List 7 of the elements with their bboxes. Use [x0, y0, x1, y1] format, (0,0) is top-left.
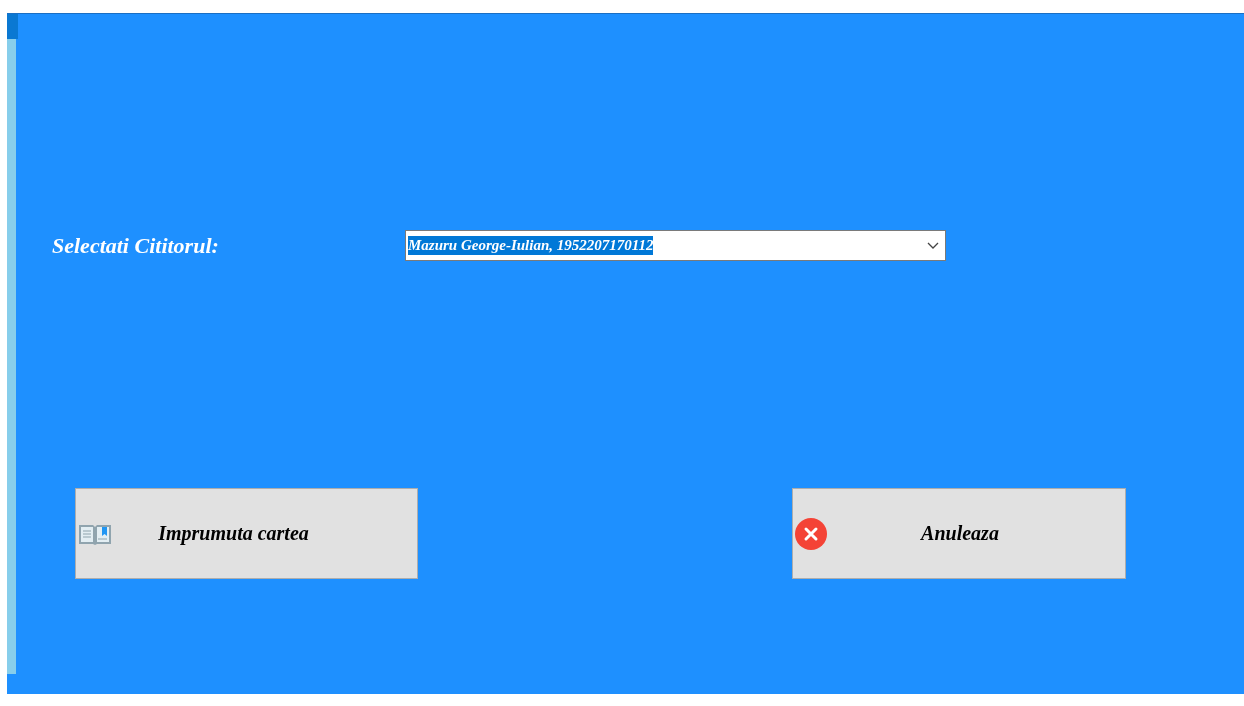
- side-strip-top: [7, 14, 18, 39]
- reader-label: Selectati Cititorul:: [52, 232, 220, 259]
- borrow-button[interactable]: Imprumuta cartea: [75, 488, 418, 579]
- cancel-button[interactable]: Anuleaza: [792, 488, 1126, 579]
- reader-dropdown[interactable]: Mazuru George-Iulian, 1952207170112: [405, 230, 946, 261]
- chevron-down-icon: [927, 241, 939, 250]
- close-icon: [795, 517, 827, 550]
